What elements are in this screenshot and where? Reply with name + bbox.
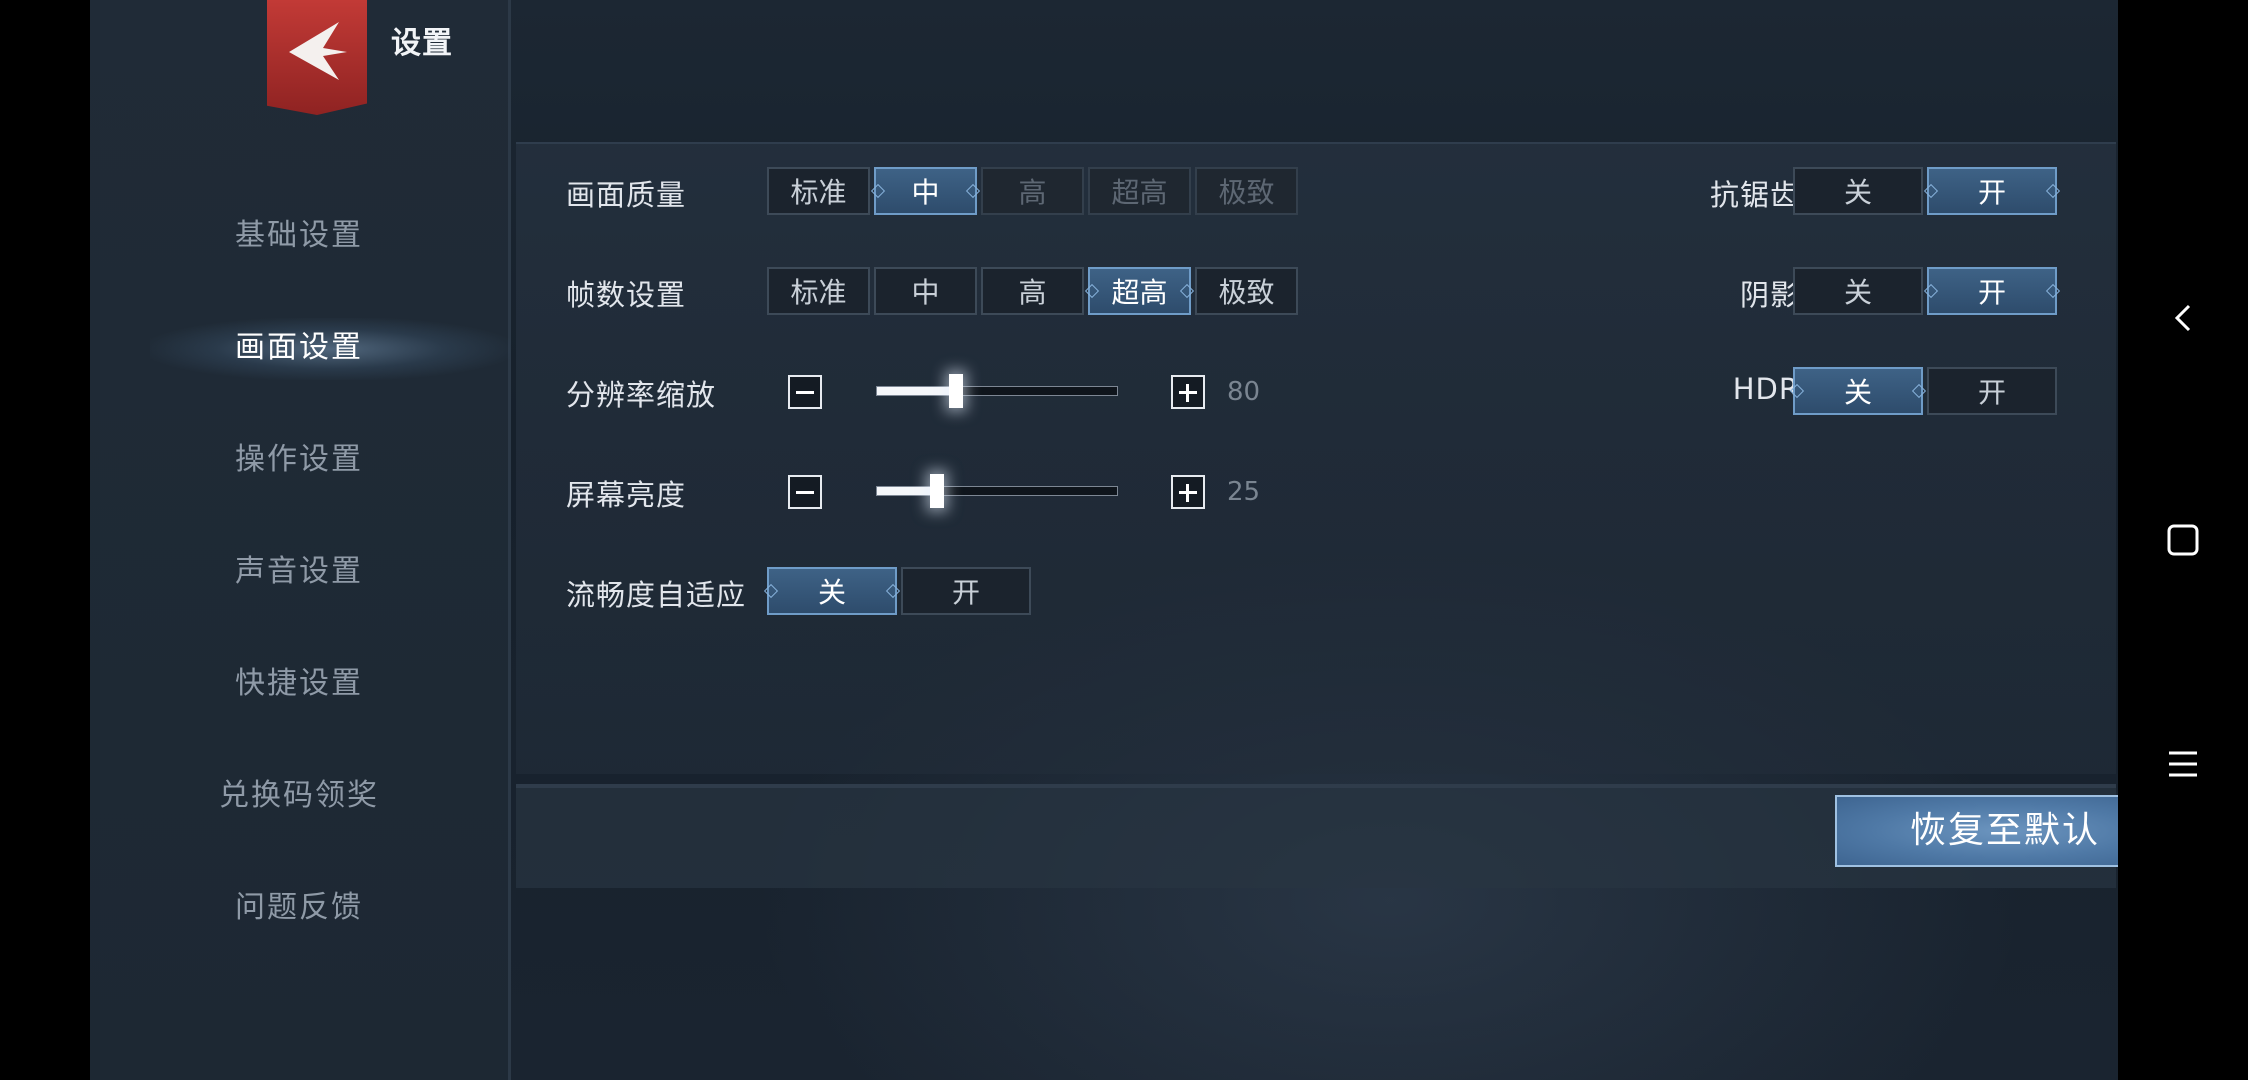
frame-rate-option-medium[interactable]: 中 <box>874 267 977 315</box>
sidebar: 设置 基础设置 画面设置 操作设置 声音设置 快捷设置 兑换码领奖 问题反馈 <box>90 0 511 1080</box>
graphics-quality-option-standard[interactable]: 标准 <box>767 167 870 215</box>
settings-panel <box>516 142 2116 774</box>
graphics-quality-option-high[interactable]: 高 <box>981 167 1084 215</box>
anti-aliasing-on[interactable]: 开 <box>1927 167 2057 215</box>
adaptive-smoothness-on[interactable]: 开 <box>901 567 1031 615</box>
resolution-scale-value: 80 <box>1227 377 1261 407</box>
back-icon[interactable] <box>2163 298 2203 338</box>
shadow-label: 阴影 <box>1739 278 1800 312</box>
nav-item-redeem-code[interactable]: 兑换码领奖 <box>90 766 508 826</box>
back-logo-button[interactable] <box>267 0 367 115</box>
brightness-decrease-button[interactable] <box>788 475 822 509</box>
frame-rate-option-high[interactable]: 高 <box>981 267 1084 315</box>
nav-item-basic[interactable]: 基础设置 <box>90 206 508 266</box>
game-screen: 设置 基础设置 画面设置 操作设置 声音设置 快捷设置 兑换码领奖 问题反馈 画… <box>90 0 2118 1080</box>
hdr-off[interactable]: 关 <box>1793 367 1923 415</box>
hdr-label: HDR <box>1732 372 1800 406</box>
nav-item-sound[interactable]: 声音设置 <box>90 542 508 602</box>
home-icon[interactable] <box>2163 520 2203 560</box>
brightness-increase-button[interactable] <box>1171 475 1205 509</box>
arrow-logo-icon <box>289 22 347 80</box>
system-nav-bar <box>2118 0 2248 1080</box>
brightness-slider-thumb[interactable] <box>930 474 944 508</box>
nav-item-controls[interactable]: 操作设置 <box>90 430 508 490</box>
graphics-quality-option-ultra[interactable]: 超高 <box>1088 167 1191 215</box>
frame-rate-option-extreme[interactable]: 极致 <box>1195 267 1298 315</box>
brightness-slider-fill <box>877 487 937 495</box>
nav-item-shortcuts[interactable]: 快捷设置 <box>90 654 508 714</box>
nav-item-graphics[interactable]: 画面设置 <box>90 318 508 378</box>
resolution-scale-slider[interactable] <box>876 374 1118 408</box>
graphics-quality-label: 画面质量 <box>566 178 687 212</box>
graphics-quality-option-medium[interactable]: 中 <box>874 167 977 215</box>
resolution-slider-thumb[interactable] <box>949 374 964 408</box>
anti-aliasing-label: 抗锯齿 <box>1709 178 1800 212</box>
screen-brightness-slider[interactable] <box>876 474 1118 508</box>
frame-rate-option-ultra[interactable]: 超高 <box>1088 267 1191 315</box>
page-title: 设置 <box>391 26 453 61</box>
resolution-scale-label: 分辨率缩放 <box>566 378 717 412</box>
nav-item-feedback[interactable]: 问题反馈 <box>90 878 508 938</box>
frame-rate-label: 帧数设置 <box>566 278 687 312</box>
hdr-on[interactable]: 开 <box>1927 367 2057 415</box>
resolution-slider-fill <box>877 387 957 395</box>
frame-rate-option-standard[interactable]: 标准 <box>767 267 870 315</box>
screen-brightness-value: 25 <box>1227 477 1261 507</box>
minus-icon <box>796 391 814 394</box>
shadow-off[interactable]: 关 <box>1793 267 1923 315</box>
resolution-decrease-button[interactable] <box>788 375 822 409</box>
adaptive-smoothness-label: 流畅度自适应 <box>566 578 747 612</box>
menu-icon[interactable] <box>2163 744 2203 784</box>
graphics-quality-option-extreme[interactable]: 极致 <box>1195 167 1298 215</box>
reset-to-default-button[interactable]: 恢复至默认 <box>1835 795 2118 867</box>
resolution-increase-button[interactable] <box>1171 375 1205 409</box>
minus-icon <box>796 491 814 494</box>
screen-brightness-label: 屏幕亮度 <box>566 478 687 512</box>
anti-aliasing-off[interactable]: 关 <box>1793 167 1923 215</box>
adaptive-smoothness-off[interactable]: 关 <box>767 567 897 615</box>
shadow-on[interactable]: 开 <box>1927 267 2057 315</box>
